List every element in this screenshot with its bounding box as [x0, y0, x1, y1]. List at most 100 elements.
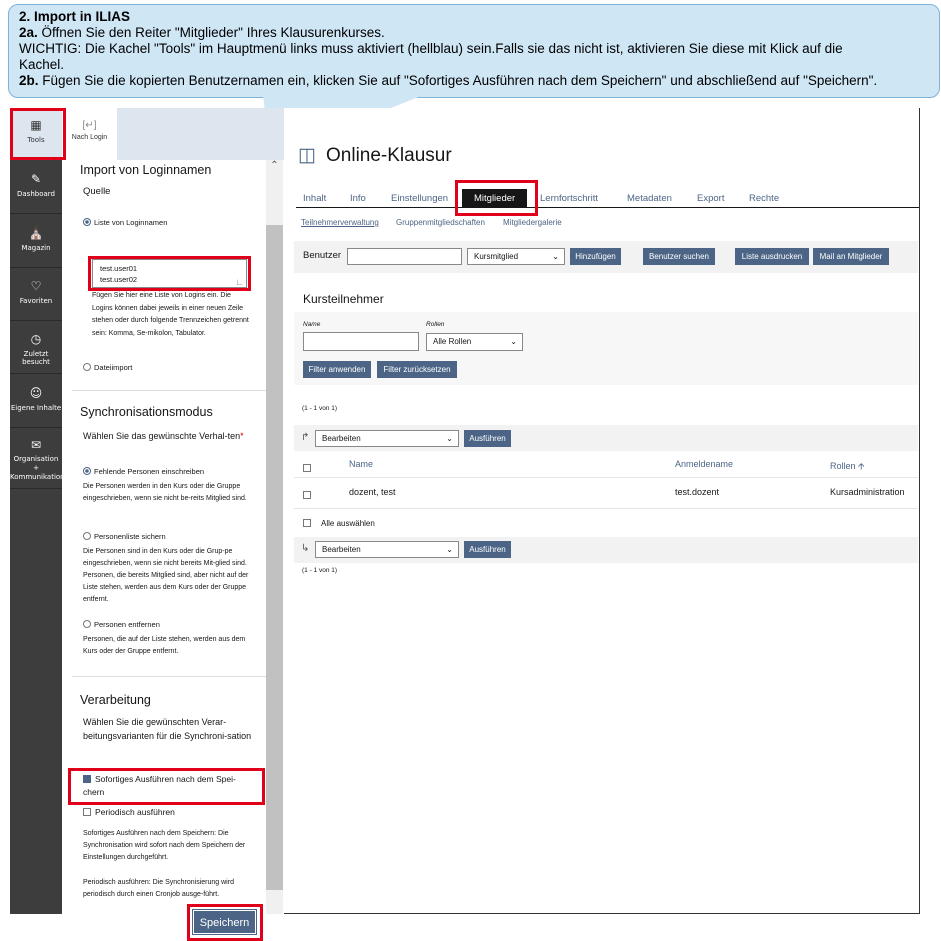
col-role[interactable]: Rollen 🡩	[830, 459, 865, 475]
radio-unchecked-icon	[83, 532, 91, 541]
checkbox-unchecked-icon	[303, 518, 311, 527]
benutzer-input[interactable]	[347, 248, 462, 265]
mainbar-item-organisation[interactable]: ✉ Organisation + Kommunikation	[10, 429, 65, 489]
execute-button-bottom[interactable]: Ausführen	[464, 541, 511, 558]
login-icon: [↵]	[82, 120, 97, 131]
tab-rechte[interactable]: Rechte	[749, 193, 779, 204]
mail-members-button[interactable]: Mail an Mitglieder	[813, 248, 889, 265]
checkbox-unchecked-icon	[83, 807, 91, 816]
col-name[interactable]: Name	[349, 459, 373, 469]
checkbox-unchecked-icon	[303, 463, 311, 472]
select-value: Bearbeiten	[322, 434, 361, 443]
benutzer-label: Benutzer	[303, 250, 342, 261]
main-bar: ▦ Tools ✎ Dashboard ⛪ Magazin ♡ Favorite…	[10, 108, 65, 914]
dashboard-icon: ✎	[30, 172, 42, 186]
scrollbar-thumb[interactable]	[266, 225, 283, 890]
cell-name: dozent, test	[349, 487, 396, 497]
building-icon: ⛪	[28, 226, 44, 240]
sync-title: Synchronisationsmodus	[80, 405, 213, 419]
checkbox-label: Periodisch ausführen	[95, 807, 175, 817]
filter-apply-button[interactable]: Filter anwenden	[303, 361, 371, 378]
execute-button-top[interactable]: Ausführen	[464, 430, 511, 447]
highlight-tab	[455, 180, 538, 216]
proc-help-1: Sofortiges Ausführen nach dem Speichern:…	[83, 830, 246, 861]
chk-periodic[interactable]: Periodisch ausführen	[83, 806, 258, 818]
tab-export[interactable]: Export	[697, 193, 724, 204]
radio-label: Fehlende Personen einschreiben	[94, 467, 205, 476]
slate-header-bg	[117, 108, 284, 160]
chevron-down-icon: ⌄	[446, 434, 453, 443]
clock-icon: ◷	[30, 332, 42, 346]
mainbar-item-zuletzt[interactable]: ◷ Zuletzt besucht	[10, 322, 62, 374]
mainbar-item-magazin[interactable]: ⛪ Magazin	[10, 216, 62, 268]
chevron-down-icon: ⌄	[552, 252, 559, 261]
tool-nach-login[interactable]: [↵] Nach Login	[62, 108, 117, 160]
tab-info[interactable]: Info	[350, 193, 366, 204]
subtab-galerie[interactable]: Mitgliedergalerie	[503, 218, 562, 227]
radio-label: Liste von Loginnamen	[94, 218, 168, 227]
radio-unchecked-icon	[83, 620, 91, 629]
page-title: Online-Klausur	[326, 145, 452, 166]
chevron-down-icon: ⌄	[446, 545, 453, 554]
required-mark: *	[240, 431, 244, 441]
col-login[interactable]: Anmeldename	[675, 459, 733, 469]
filter-name-label: Name	[303, 321, 321, 328]
filter-name-input[interactable]	[303, 332, 419, 351]
step-a-label: 2a.	[19, 25, 38, 40]
step-a-text: Öffnen Sie den Reiter "Mitglieder" Ihres…	[37, 25, 385, 40]
step-b-text: Fügen Sie die kopierten Benutzernamen ei…	[38, 73, 878, 88]
row-checkbox[interactable]	[303, 487, 315, 505]
important-line-1: WICHTIG: Die Kachel "Tools" im Hauptmenü…	[19, 41, 843, 56]
tab-einstellungen[interactable]: Einstellungen	[391, 193, 448, 204]
radio-dateiimport[interactable]: Dateiimport	[83, 362, 258, 374]
subtab-teilnehmerverwaltung[interactable]: Teilnehmerverwaltung	[301, 218, 379, 227]
select-row-header[interactable]	[303, 460, 315, 478]
action-select-top[interactable]: Bearbeiten ⌄	[315, 430, 459, 447]
important-line-2: Kachel.	[19, 57, 65, 72]
radio-opt1[interactable]: Fehlende Personen einschreiben	[83, 466, 258, 478]
opt1-help: Die Personen werden in den Kurs oder die…	[83, 483, 247, 502]
highlight-save	[187, 904, 263, 941]
search-user-button[interactable]: Benutzer suchen	[643, 248, 715, 265]
sync-question: Wählen Sie das gewünschte Verhal-ten*	[83, 430, 248, 443]
highlight-tools	[10, 108, 66, 160]
chevron-down-icon: ⌄	[510, 337, 517, 346]
print-list-button[interactable]: Liste ausdrucken	[735, 248, 809, 265]
count-bottom: (1 - 1 von 1)	[302, 567, 338, 574]
callout-heading: 2. Import in ILIAS	[19, 9, 131, 24]
proc-title: Verarbeitung	[80, 693, 151, 707]
role-select[interactable]: Kursmitglied ⌄	[467, 248, 565, 265]
mainbar-label: Eigene Inhalte	[10, 404, 62, 412]
tool-label: Nach Login	[71, 134, 108, 141]
subtab-gruppen[interactable]: Gruppenmitgliedschaften	[396, 218, 485, 227]
proc-question: Wählen Sie die gewünschten Verar-beitung…	[83, 717, 252, 741]
radio-liste[interactable]: Liste von Loginnamen	[83, 217, 258, 229]
radio-opt2[interactable]: Personenliste sichern	[83, 531, 258, 543]
radio-opt3[interactable]: Personen entfernen	[83, 619, 258, 631]
tab-metadaten[interactable]: Metadaten	[627, 193, 672, 204]
action-select-bottom[interactable]: Bearbeiten ⌄	[315, 541, 459, 558]
heart-icon: ♡	[30, 279, 42, 293]
tab-inhalt[interactable]: Inhalt	[303, 193, 326, 204]
cell-login: test.dozent	[675, 487, 720, 497]
checkbox-unchecked-icon	[303, 490, 311, 499]
filter-role-select[interactable]: Alle Rollen ⌄	[426, 333, 523, 351]
opt2-help: Die Personen sind in den Kurs oder die G…	[83, 548, 249, 603]
add-button[interactable]: Hinzufügen	[570, 248, 621, 265]
mainbar-label: Magazin	[21, 244, 51, 252]
tab-lernfortschritt[interactable]: Lernfortschritt	[540, 193, 598, 204]
cell-role: Kursadministration	[830, 487, 905, 497]
mainbar-item-dashboard[interactable]: ✎ Dashboard	[10, 162, 62, 214]
col-role-label: Rollen	[830, 461, 856, 471]
filter-role-label: Rollen	[426, 321, 445, 328]
select-all[interactable]: Alle auswählen	[303, 518, 375, 528]
mainbar-item-eigene[interactable]: ☺ Eigene Inhalte	[10, 376, 62, 428]
arrow-down-right-icon: ↳	[301, 543, 310, 554]
mainbar-item-favoriten[interactable]: ♡ Favoriten	[10, 269, 62, 321]
main-content	[284, 108, 920, 914]
radio-unchecked-icon	[83, 363, 91, 372]
filter-reset-button[interactable]: Filter zurücksetzen	[377, 361, 457, 378]
mainbar-label: Zuletzt besucht	[22, 350, 50, 366]
chevron-up-icon[interactable]: ⌃	[266, 160, 283, 176]
sync-question-text: Wählen Sie das gewünschte Verhal-ten	[83, 431, 241, 441]
